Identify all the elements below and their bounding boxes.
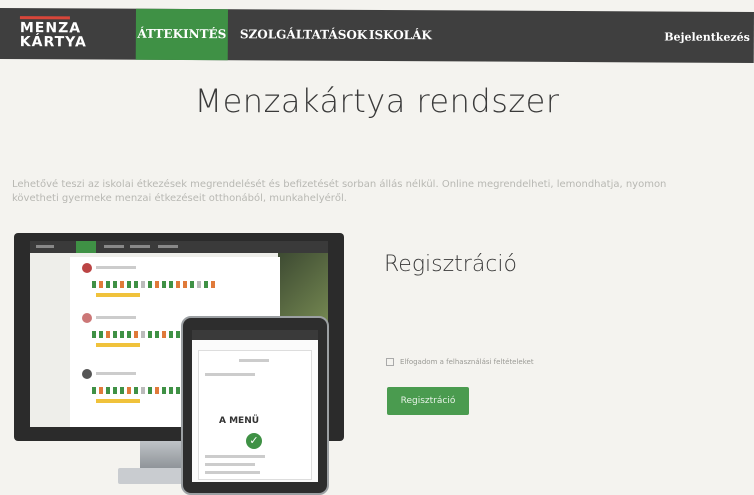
child-name [96, 316, 136, 319]
tablet-header [192, 330, 318, 340]
top-nav: MENZA KÁRTYA ÁTTEKINTÉS SZOLGÁLTATÁSOK I… [0, 8, 754, 63]
logo[interactable]: MENZA KÁRTYA [19, 16, 87, 51]
intro-text: Lehetővé teszi az iskolai étkezések megr… [12, 179, 667, 204]
mini-nav [30, 241, 328, 253]
register-button[interactable]: Regisztráció [387, 387, 469, 415]
tablet-menu-label: A MENÜ [219, 416, 260, 426]
balance-bar [96, 343, 140, 347]
mini-nav-item [104, 245, 124, 248]
logo-line2: KÁRTYA [19, 34, 87, 51]
tablet-screen: A MENÜ ✓ [192, 330, 318, 482]
mini-nav-item [130, 245, 150, 248]
registration-title: Regisztráció [384, 252, 517, 277]
child-row [82, 263, 272, 303]
tablet-card: A MENÜ ✓ [198, 350, 312, 480]
tablet-illustration: A MENÜ ✓ [181, 316, 329, 495]
page-title: Menzakártya rendszer [194, 82, 560, 120]
nav-item-attekintes[interactable]: ÁTTEKINTÉS [135, 8, 228, 61]
tablet-line [205, 455, 265, 458]
avatar [82, 263, 92, 273]
day-cells [92, 281, 215, 288]
avatar [82, 313, 92, 323]
check-icon: ✓ [246, 433, 262, 449]
terms-row[interactable]: Elfogadom a felhasználási feltételeket [386, 358, 534, 366]
tablet-line [239, 359, 269, 362]
avatar [82, 369, 92, 379]
mini-nav-item [158, 245, 178, 248]
terms-label: Elfogadom a felhasználási feltételeket [400, 358, 534, 366]
balance-bar [96, 399, 140, 403]
tablet-line [205, 373, 255, 376]
tablet-line [205, 463, 255, 466]
child-name [96, 266, 136, 269]
mini-logo [36, 245, 54, 248]
login-link[interactable]: Bejelentkezés [664, 11, 750, 62]
nav-item-iskolak[interactable]: ISKOLÁK [369, 10, 432, 61]
tablet-line [205, 471, 260, 474]
mini-nav-active [76, 241, 96, 253]
nav-item-szolgaltatasok[interactable]: SZOLGÁLTATÁSOK [240, 9, 368, 61]
balance-bar [96, 293, 140, 297]
logo-bar [19, 16, 70, 20]
terms-checkbox[interactable] [386, 358, 394, 366]
child-name [96, 372, 136, 375]
